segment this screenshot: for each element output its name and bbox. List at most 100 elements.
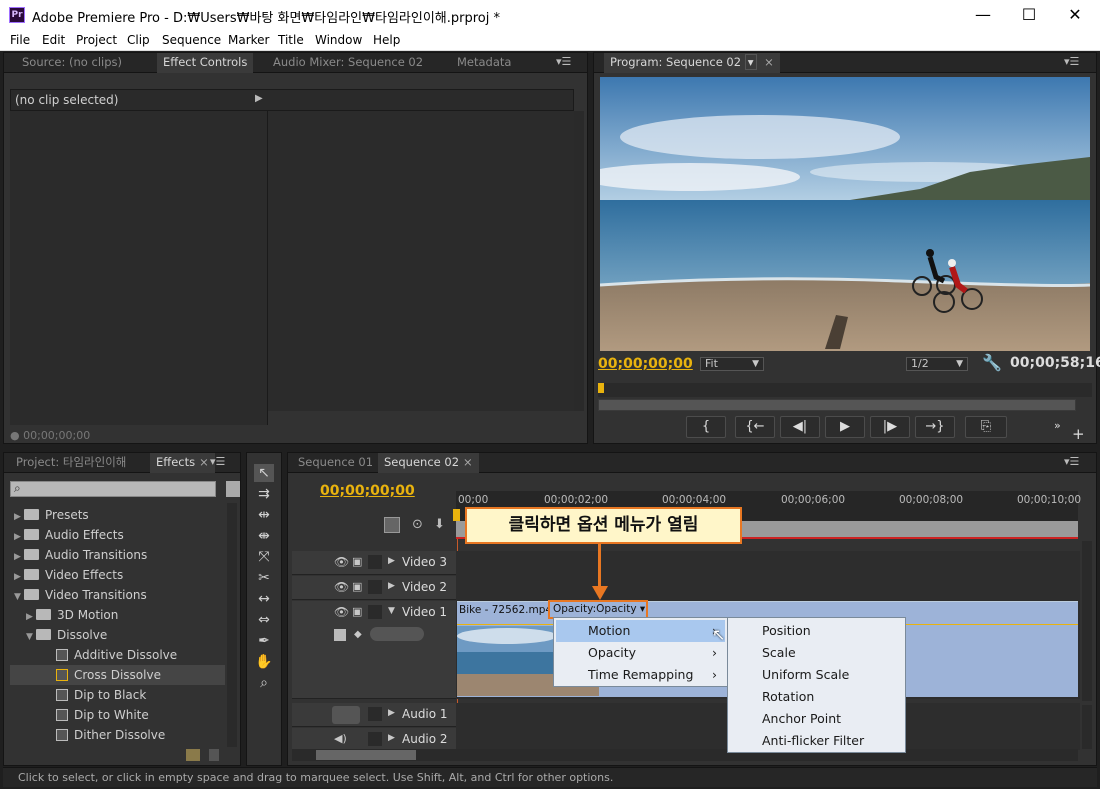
tree-item-audio-transitions[interactable]: ▶ Audio Transitions <box>14 545 225 565</box>
horizontal-scrollbar[interactable] <box>292 749 1078 761</box>
eye-icon[interactable]: 👁 <box>334 580 349 594</box>
playhead-icon[interactable] <box>453 509 460 521</box>
menu-project[interactable]: Project <box>76 33 117 47</box>
sync-lock-icon[interactable] <box>368 580 382 594</box>
keyframe-navigator[interactable] <box>370 627 424 641</box>
lock-icon[interactable]: ▣ <box>352 580 362 593</box>
menu-window[interactable]: Window <box>315 33 362 47</box>
resolution-dropdown[interactable]: 1/2 ▼ <box>906 357 968 371</box>
tab-metadata[interactable]: Metadata <box>451 53 517 73</box>
maximize-button[interactable]: ☐ <box>1006 0 1052 31</box>
panel-menu-icon[interactable]: ▾☰ <box>210 455 225 468</box>
tab-program[interactable]: Program: Sequence 02 ▾ × <box>604 53 780 73</box>
expand-icon[interactable]: ▶ <box>388 581 395 591</box>
go-to-in-button[interactable]: {← <box>735 416 775 438</box>
pen-tool-icon[interactable]: ✒ <box>254 632 274 650</box>
video-scrollbar[interactable] <box>1082 541 1092 701</box>
timeline-timecode[interactable]: 00;00;00;00 <box>320 483 415 499</box>
slip-tool-icon[interactable]: ↔ <box>254 590 274 608</box>
export-frame-button[interactable]: ⎘ <box>965 416 1007 438</box>
speaker-icon[interactable]: ◀) <box>334 732 347 745</box>
track-select-tool-icon[interactable]: ⇉ <box>254 485 274 503</box>
trash-icon[interactable] <box>209 749 219 761</box>
eye-icon[interactable]: 👁 <box>334 555 349 569</box>
effects-search-input[interactable]: ⌕ <box>10 481 216 497</box>
tab-source[interactable]: Source: (no clips) <box>16 53 128 73</box>
submenu-item-anchor-point[interactable]: Anchor Point <box>762 708 841 730</box>
submenu-item-anti-flicker-filter[interactable]: Anti-flicker Filter <box>762 730 864 752</box>
sync-lock-icon[interactable] <box>368 732 382 746</box>
new-folder-icon[interactable] <box>186 749 200 761</box>
lock-icon[interactable]: ▣ <box>352 555 362 568</box>
tab-sequence-02[interactable]: Sequence 02 × <box>378 453 479 473</box>
menu-help[interactable]: Help <box>373 33 400 47</box>
tree-item-dip-to-white[interactable]: Dip to White <box>56 705 225 725</box>
minimize-button[interactable]: — <box>960 0 1006 31</box>
submenu-item-position[interactable]: Position <box>762 620 811 642</box>
tree-item-video-transitions[interactable]: ▼ Video Transitions <box>14 585 225 605</box>
speaker-icon[interactable] <box>332 706 360 724</box>
ripple-edit-tool-icon[interactable]: ⇹ <box>254 506 274 524</box>
tree-item-presets[interactable]: ▶ Presets <box>14 505 225 525</box>
snap-icon[interactable] <box>384 517 400 533</box>
audio-scrollbar[interactable] <box>1082 705 1092 749</box>
close-button[interactable]: ✕ <box>1052 0 1098 31</box>
expand-icon[interactable]: ▶ <box>388 708 395 718</box>
menu-title[interactable]: Title <box>278 33 304 47</box>
razor-tool-icon[interactable]: ✂ <box>254 569 274 587</box>
rolling-edit-tool-icon[interactable]: ⇼ <box>254 527 274 545</box>
display-style-icon[interactable] <box>334 629 346 641</box>
menu-edit[interactable]: Edit <box>42 33 65 47</box>
menu-file[interactable]: File <box>10 33 30 47</box>
go-to-out-button[interactable]: →} <box>915 416 955 438</box>
menu-item-opacity[interactable]: Opacity › <box>556 642 725 664</box>
tree-item-video-effects[interactable]: ▶ Video Effects <box>14 565 225 585</box>
tab-sequence-01[interactable]: Sequence 01 <box>292 453 379 473</box>
menu-item-motion[interactable]: Motion › <box>556 620 725 642</box>
rate-stretch-tool-icon[interactable]: ⤧ <box>254 548 274 566</box>
tab-audio-mixer[interactable]: Audio Mixer: Sequence 02 <box>267 53 429 73</box>
tree-item-dip-to-black[interactable]: Dip to Black <box>56 685 225 705</box>
submenu-item-scale[interactable]: Scale <box>762 642 796 664</box>
step-forward-button[interactable]: |▶ <box>870 416 910 438</box>
program-ruler[interactable] <box>598 383 1092 397</box>
panel-menu-icon[interactable]: ▾☰ <box>556 55 571 68</box>
menu-item-time-remapping[interactable]: Time Remapping › <box>556 664 725 686</box>
tab-effects[interactable]: Effects × <box>150 453 215 473</box>
video-frame[interactable] <box>600 77 1090 351</box>
panel-menu-icon[interactable]: ▾☰ <box>1064 455 1079 468</box>
submenu-item-rotation[interactable]: Rotation <box>762 686 814 708</box>
menu-marker[interactable]: Marker <box>228 33 269 47</box>
expand-icon[interactable]: ▶ <box>388 733 395 743</box>
new-bin-icon[interactable] <box>226 481 240 497</box>
more-controls-icon[interactable]: » <box>1054 419 1061 432</box>
tree-item-additive-dissolve[interactable]: Additive Dissolve <box>56 645 225 665</box>
lock-icon[interactable]: ▣ <box>352 605 362 618</box>
tab-effect-controls[interactable]: Effect Controls <box>157 53 254 73</box>
vertical-scrollbar[interactable] <box>574 111 584 411</box>
slide-tool-icon[interactable]: ⇔ <box>254 611 274 629</box>
menu-sequence[interactable]: Sequence <box>162 33 221 47</box>
play-button[interactable]: ▶ <box>825 416 865 438</box>
scroll-thumb[interactable] <box>316 750 416 760</box>
panel-menu-icon[interactable]: ▾☰ <box>1064 55 1079 68</box>
hand-tool-icon[interactable]: ✋ <box>254 653 274 671</box>
program-current-timecode[interactable]: 00;00;00;00 <box>598 356 693 372</box>
add-button-icon[interactable]: + <box>1072 425 1085 443</box>
collapse-icon[interactable]: ▼ <box>388 606 395 616</box>
submenu-item-uniform-scale[interactable]: Uniform Scale <box>762 664 849 686</box>
menu-clip[interactable]: Clip <box>127 33 150 47</box>
tree-item-3d-motion[interactable]: ▶ 3D Motion <box>26 605 225 625</box>
eye-icon[interactable]: 👁 <box>334 605 349 619</box>
wrench-icon[interactable]: 🔧 <box>982 353 1002 372</box>
tree-item-dissolve[interactable]: ▼ Dissolve <box>26 625 225 645</box>
tree-item-audio-effects[interactable]: ▶ Audio Effects <box>14 525 225 545</box>
tree-item-cross-dissolve[interactable]: Cross Dissolve <box>10 665 225 685</box>
step-back-button[interactable]: ◀| <box>780 416 820 438</box>
selection-tool-icon[interactable]: ↖ <box>254 464 274 482</box>
zoom-tool-icon[interactable]: ⌕ <box>254 674 274 692</box>
mark-in-button[interactable]: { <box>686 416 726 438</box>
expand-arrow-icon[interactable]: ▶ <box>255 93 263 104</box>
keyframe-icon[interactable]: ◆ <box>354 629 362 640</box>
sync-lock-icon[interactable] <box>368 707 382 721</box>
